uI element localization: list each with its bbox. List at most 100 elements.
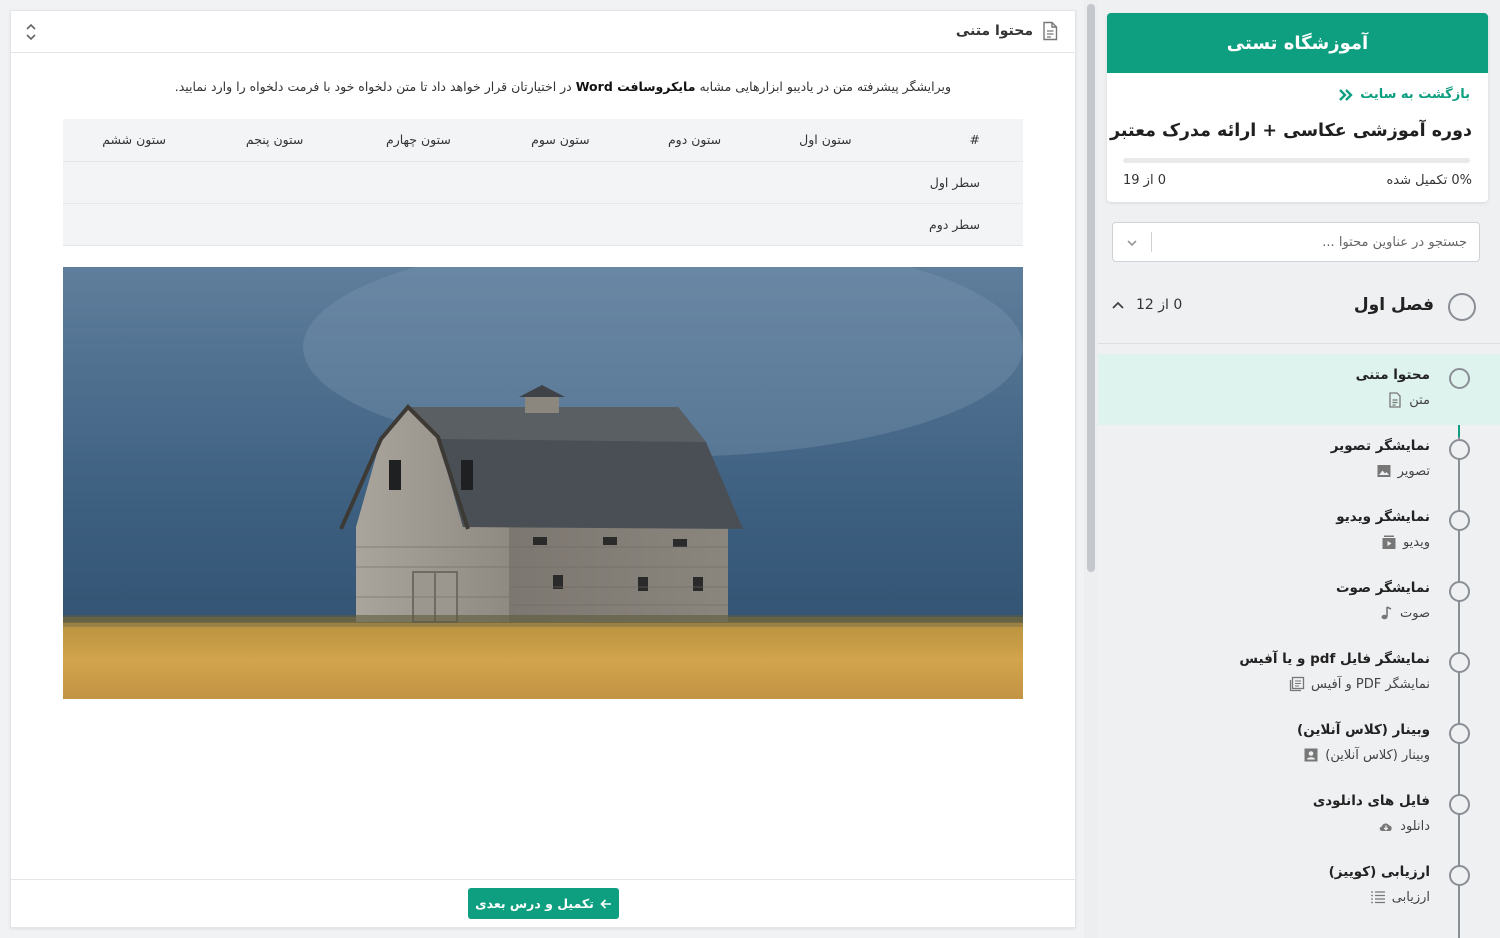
lesson-type: ارزیابی xyxy=(1370,889,1430,905)
complete-next-lesson-button[interactable]: تکمیل و درس بعدی xyxy=(468,888,619,919)
lesson-type-label: ارزیابی xyxy=(1391,889,1430,905)
pdf-viewer-icon xyxy=(1289,676,1305,692)
intro-text-bold: مایکروسافت Word xyxy=(575,79,696,94)
page-title: محتوا متنی xyxy=(955,23,1033,39)
document-icon xyxy=(1389,392,1401,408)
chevron-up-icon xyxy=(1112,301,1124,309)
lesson-type-label: دانلود xyxy=(1400,818,1430,834)
course-title: دوره آموزشی عکاسی + ارائه مدرک معتبر xyxy=(1110,121,1472,141)
table-cell xyxy=(209,203,347,246)
intro-text-part1: ویرایشگر پیشرفته متن در یادیبو ابزارهایی… xyxy=(695,79,951,94)
lesson-item[interactable]: ارزیابی (کوییز) ارزیابی xyxy=(1098,851,1500,922)
search-separator xyxy=(1151,232,1152,252)
lesson-status-circle xyxy=(1449,581,1470,602)
chevron-up-down-icon xyxy=(26,23,36,41)
lesson-status-circle xyxy=(1449,865,1470,886)
content-header: محتوا متنی xyxy=(11,11,1075,53)
lesson-title: نمایشگر ویدیو xyxy=(1336,509,1430,525)
table-cell xyxy=(63,161,210,204)
table-header-cell: ستون دوم xyxy=(632,119,765,162)
main-scrollbar[interactable] xyxy=(1084,0,1098,938)
chapter-title: فصل اول xyxy=(1353,295,1434,315)
table-row: سطر دوم xyxy=(63,203,1023,246)
lesson-type-label: نمایشگر PDF و آفیس xyxy=(1311,676,1430,692)
document-icon xyxy=(1043,21,1058,41)
course-progress-bar xyxy=(1123,158,1470,163)
lesson-item[interactable]: محتوا متنی متن xyxy=(1098,354,1500,425)
table-header-cell: ستون ششم xyxy=(63,119,210,162)
lesson-title: فایل های دانلودی xyxy=(1312,793,1430,809)
course-sidebar: آموزشگاه تستی بازگشت به سایت دوره آموزشی… xyxy=(1098,0,1500,938)
lesson-item[interactable]: نمایشگر ویدیو ویدیو xyxy=(1098,496,1500,567)
cloud-download-icon xyxy=(1379,823,1392,831)
lesson-type: وبینار (کلاس آنلاین) xyxy=(1303,747,1430,763)
chapter-header[interactable]: فصل اول 0 از 12 xyxy=(1098,282,1500,332)
lesson-title: نمایشگر فایل pdf و یا آفیس xyxy=(1239,651,1430,667)
table-cell xyxy=(632,203,765,246)
lesson-item[interactable]: نمایشگر صوت صوت xyxy=(1098,567,1500,638)
lesson-item[interactable]: نمایشگر فایل pdf و یا آفیس نمایشگر PDF و… xyxy=(1098,638,1500,709)
table-header-cell: # xyxy=(894,119,1023,162)
table-cell xyxy=(493,203,633,246)
content-footer: تکمیل و درس بعدی xyxy=(11,879,1075,927)
table-header-row: # ستون اول ستون دوم ستون سوم ستون چهارم … xyxy=(63,119,1023,162)
lesson-type-label: ویدیو xyxy=(1402,534,1430,550)
lesson-status-circle xyxy=(1449,723,1470,744)
lesson-title: محتوا متنی xyxy=(1355,367,1430,383)
table-cell xyxy=(632,161,765,204)
lesson-status-circle xyxy=(1449,794,1470,815)
table-header-cell: ستون اول xyxy=(764,119,895,162)
lesson-type: متن xyxy=(1387,392,1430,408)
back-link-label: بازگشت به سایت xyxy=(1360,87,1470,102)
lesson-title: ارزیابی (کوییز) xyxy=(1328,864,1430,880)
next-button-label: تکمیل و درس بعدی xyxy=(475,896,594,911)
table-cell: سطر اول xyxy=(894,161,1023,204)
lesson-item[interactable]: وبینار (کلاس آنلاین) وبینار (کلاس آنلاین… xyxy=(1098,709,1500,780)
chevron-down-icon xyxy=(1127,240,1137,247)
table-cell xyxy=(209,161,347,204)
table-row: سطر اول xyxy=(63,161,1023,204)
table-cell xyxy=(346,161,494,204)
chapter-status-circle xyxy=(1448,293,1476,321)
chapter-count: 0 از 12 xyxy=(1136,297,1183,313)
video-icon xyxy=(1382,535,1396,549)
table-cell xyxy=(764,161,895,204)
lesson-type-label: تصویر xyxy=(1397,463,1430,479)
lesson-item[interactable]: فایل های دانلودی دانلود xyxy=(1098,780,1500,851)
table-header-cell: ستون چهارم xyxy=(346,119,494,162)
content-title-wrap: محتوا متنی xyxy=(956,21,1059,41)
main-scrollbar-thumb[interactable] xyxy=(1087,4,1095,572)
lesson-type-label: صوت xyxy=(1400,605,1430,621)
content-search-input[interactable] xyxy=(1157,231,1467,253)
image-icon xyxy=(1377,465,1391,477)
search-dropdown-toggle[interactable] xyxy=(1124,235,1140,251)
lesson-type: تصویر xyxy=(1376,463,1430,479)
intro-text-part2: در اختیارتان قرار خواهد داد تا متن دلخوا… xyxy=(174,79,576,94)
course-card: آموزشگاه تستی بازگشت به سایت دوره آموزشی… xyxy=(1107,13,1488,202)
table-cell xyxy=(493,161,633,204)
progress-count-text: 0 از 19 xyxy=(1123,173,1166,188)
lesson-status-circle xyxy=(1449,368,1470,389)
lesson-title: وبینار (کلاس آنلاین) xyxy=(1297,722,1430,738)
table-header-cell: ستون سوم xyxy=(493,119,633,162)
content-table: # ستون اول ستون دوم ستون سوم ستون چهارم … xyxy=(63,119,1023,246)
collapse-toggle-button[interactable] xyxy=(23,21,39,43)
music-note-icon xyxy=(1381,606,1392,620)
webinar-icon xyxy=(1304,748,1318,762)
chapter-divider xyxy=(1098,343,1500,344)
lesson-type-label: وبینار (کلاس آنلاین) xyxy=(1325,747,1430,763)
lesson-status-circle xyxy=(1449,510,1470,531)
table-cell xyxy=(346,203,494,246)
double-chevron-right-icon xyxy=(1339,88,1353,101)
lesson-type-label: متن xyxy=(1409,392,1430,408)
intro-paragraph: ویرایشگر پیشرفته متن در یادیبو ابزارهایی… xyxy=(111,79,951,94)
table-cell: سطر دوم xyxy=(894,203,1023,246)
chapter-collapse-toggle[interactable] xyxy=(1110,298,1126,314)
lesson-status-circle xyxy=(1449,439,1470,460)
lesson-status-circle xyxy=(1449,652,1470,673)
lesson-type: ویدیو xyxy=(1381,534,1430,550)
content-search-box xyxy=(1112,222,1480,262)
main-content-panel: محتوا متنی ویرایشگر پیشرفته متن در یادیب… xyxy=(10,10,1076,928)
lesson-item[interactable]: نمایشگر تصویر تصویر xyxy=(1098,425,1500,496)
back-to-site-link[interactable]: بازگشت به سایت xyxy=(1338,87,1470,102)
